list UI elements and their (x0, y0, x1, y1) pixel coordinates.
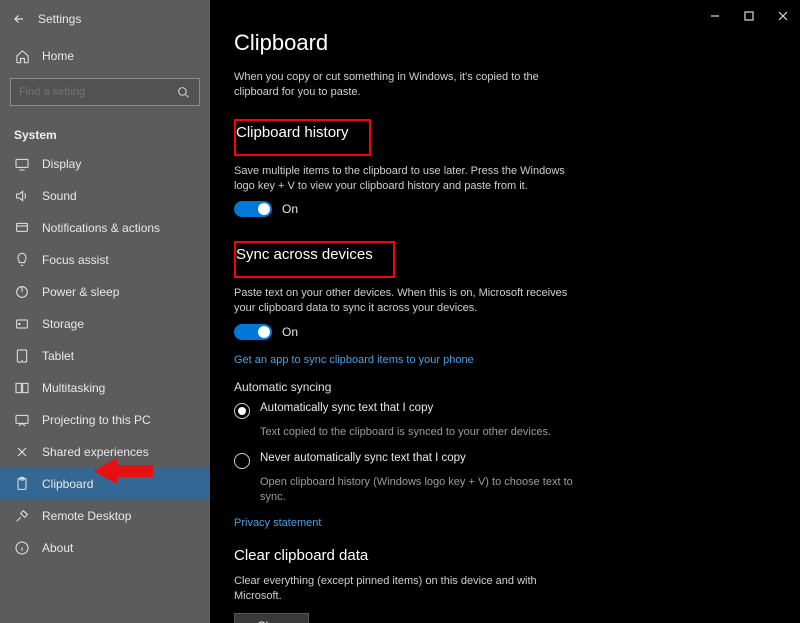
sidebar-item-power[interactable]: Power & sleep (0, 276, 210, 308)
radio-unchecked-icon (234, 453, 250, 469)
sidebar-item-shared[interactable]: Shared experiences (0, 436, 210, 468)
sidebar-item-notifications[interactable]: Notifications & actions (0, 212, 210, 244)
sidebar-item-label: Clipboard (42, 477, 93, 491)
display-icon (14, 156, 30, 172)
sidebar-item-label: Tablet (42, 349, 74, 363)
maximize-button[interactable] (732, 2, 766, 30)
focus-icon (14, 252, 30, 268)
radio-never-sub: Open clipboard history (Windows logo key… (260, 475, 600, 505)
sidebar-item-label: About (42, 541, 73, 555)
remote-icon (14, 508, 30, 524)
sidebar-item-label: Notifications & actions (42, 221, 160, 235)
radio-label: Never automatically sync text that I cop… (260, 452, 466, 464)
sidebar-item-focus[interactable]: Focus assist (0, 244, 210, 276)
page-title: Clipboard (234, 30, 776, 56)
privacy-link[interactable]: Privacy statement (234, 517, 776, 529)
clear-button[interactable]: Clear (234, 613, 309, 623)
sidebar-item-label: Shared experiences (42, 445, 149, 459)
sidebar-item-label: Focus assist (42, 253, 109, 267)
radio-never-sync[interactable]: Never automatically sync text that I cop… (234, 452, 776, 469)
sidebar-item-label: Multitasking (42, 381, 105, 395)
toggle-on-icon (234, 201, 272, 217)
sidebar-item-remote[interactable]: Remote Desktop (0, 500, 210, 532)
sync-heading: Sync across devices (236, 246, 379, 263)
sound-icon (14, 188, 30, 204)
sidebar-item-clipboard[interactable]: Clipboard (0, 468, 210, 500)
back-icon[interactable] (12, 12, 26, 26)
home-nav[interactable]: Home (0, 40, 210, 72)
clear-desc: Clear everything (except pinned items) o… (234, 574, 574, 604)
minimize-button[interactable] (698, 2, 732, 30)
toggle-state: On (282, 202, 298, 216)
about-icon (14, 540, 30, 556)
sidebar-item-label: Display (42, 157, 81, 171)
search-field[interactable] (19, 86, 175, 98)
clipboard-history-toggle[interactable]: On (234, 201, 776, 217)
multitasking-icon (14, 380, 30, 396)
radio-label: Automatically sync text that I copy (260, 402, 433, 414)
sidebar-item-sound[interactable]: Sound (0, 180, 210, 212)
radio-auto-sub: Text copied to the clipboard is synced t… (260, 425, 600, 440)
sidebar-item-label: Remote Desktop (42, 509, 131, 523)
sync-toggle[interactable]: On (234, 324, 776, 340)
sidebar-item-label: Sound (42, 189, 77, 203)
get-app-link[interactable]: Get an app to sync clipboard items to yo… (234, 354, 776, 366)
section-label: System (0, 118, 210, 148)
settings-sidebar: Settings Home System Display Sound (0, 0, 210, 623)
highlight-clipboard-history: Clipboard history (234, 119, 371, 156)
sidebar-item-label: Projecting to this PC (42, 413, 151, 427)
window-title: Settings (38, 12, 81, 26)
home-label: Home (42, 49, 74, 63)
sidebar-item-display[interactable]: Display (0, 148, 210, 180)
autosync-heading: Automatic syncing (234, 380, 776, 394)
sidebar-item-label: Storage (42, 317, 84, 331)
search-icon (175, 84, 191, 100)
projecting-icon (14, 412, 30, 428)
sidebar-item-about[interactable]: About (0, 532, 210, 564)
notifications-icon (14, 220, 30, 236)
close-button[interactable] (766, 2, 800, 30)
home-icon (14, 48, 30, 64)
sidebar-item-projecting[interactable]: Projecting to this PC (0, 404, 210, 436)
clear-heading: Clear clipboard data (234, 547, 776, 564)
shared-icon (14, 444, 30, 460)
radio-checked-icon (234, 403, 250, 419)
sidebar-item-multitasking[interactable]: Multitasking (0, 372, 210, 404)
search-input[interactable] (10, 78, 200, 106)
clipboard-icon (14, 476, 30, 492)
clipboard-history-heading: Clipboard history (236, 124, 355, 141)
clipboard-history-desc: Save multiple items to the clipboard to … (234, 164, 574, 194)
settings-content: Clipboard When you copy or cut something… (210, 0, 800, 623)
tablet-icon (14, 348, 30, 364)
sidebar-item-tablet[interactable]: Tablet (0, 340, 210, 372)
toggle-on-icon (234, 324, 272, 340)
radio-auto-sync[interactable]: Automatically sync text that I copy (234, 402, 776, 419)
sidebar-item-label: Power & sleep (42, 285, 119, 299)
storage-icon (14, 316, 30, 332)
window-controls (698, 0, 800, 32)
power-icon (14, 284, 30, 300)
sidebar-item-storage[interactable]: Storage (0, 308, 210, 340)
highlight-sync-devices: Sync across devices (234, 241, 395, 278)
sync-desc: Paste text on your other devices. When t… (234, 286, 574, 316)
toggle-state: On (282, 325, 298, 339)
page-intro: When you copy or cut something in Window… (234, 70, 574, 101)
